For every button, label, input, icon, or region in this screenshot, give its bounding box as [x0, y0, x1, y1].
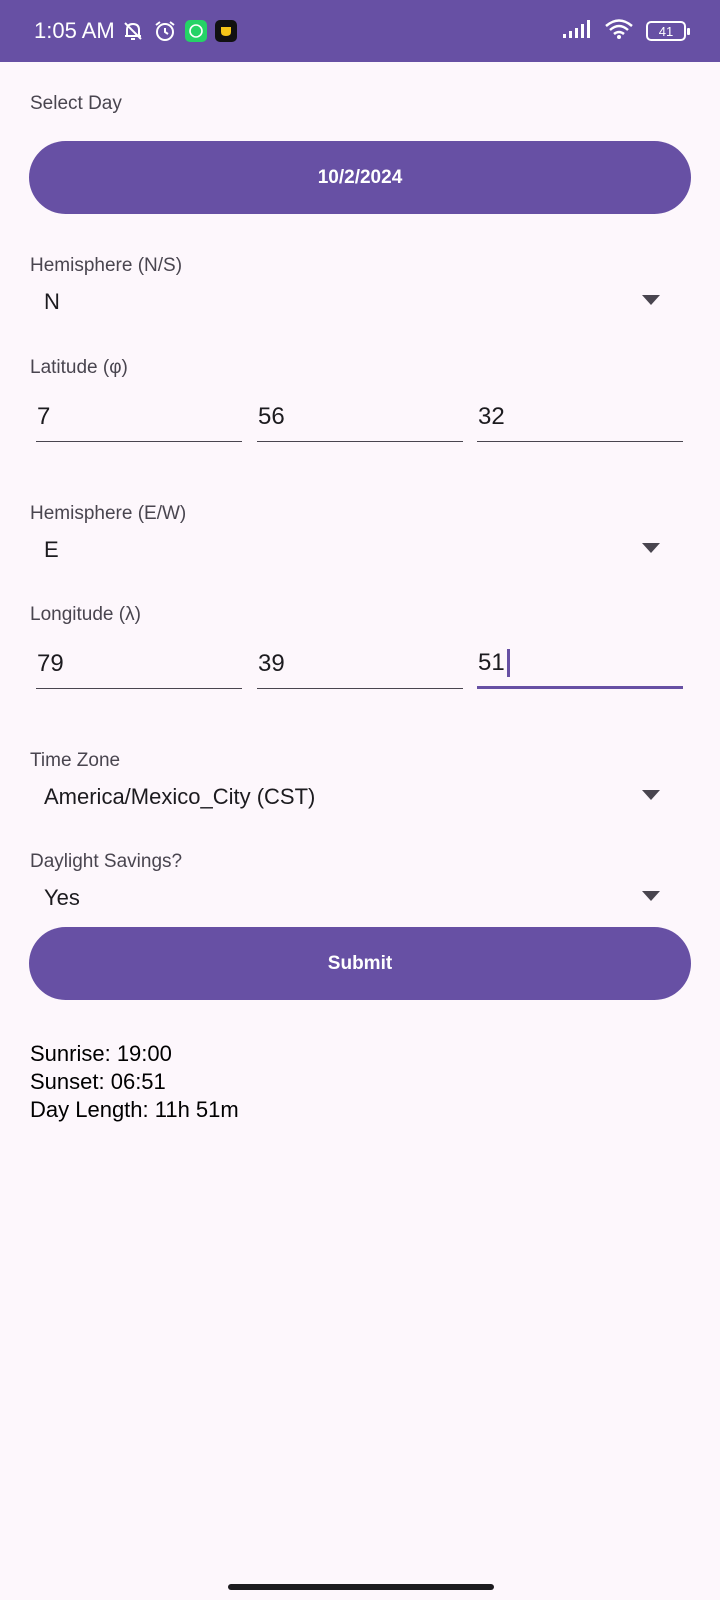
battery-icon: 41 — [646, 21, 690, 41]
latitude-seconds-input[interactable]: 32 — [477, 392, 683, 442]
longitude-minutes-value: 39 — [258, 649, 285, 677]
select-day-label: Select Day — [30, 93, 122, 114]
hemisphere-ns-value: N — [44, 289, 60, 314]
sunset-text: Sunset: 06:51 — [30, 1069, 166, 1094]
longitude-minutes-input[interactable]: 39 — [257, 639, 463, 689]
results-panel: Sunrise: 19:00 Sunset: 06:51 Day Length:… — [30, 1040, 239, 1124]
hemisphere-ew-label: Hemisphere (E/W) — [30, 503, 187, 524]
alarm-icon — [153, 19, 177, 43]
latitude-degrees-value: 7 — [37, 402, 51, 430]
dst-value: Yes — [44, 885, 80, 910]
wifi-icon — [604, 18, 634, 45]
longitude-label: Longitude (λ) — [30, 604, 141, 625]
longitude-degrees-value: 79 — [37, 649, 64, 677]
status-bar: 1:05 AM 41 — [0, 0, 720, 62]
submit-button[interactable]: Submit — [29, 927, 691, 1000]
sunrise-text: Sunrise: 19:00 — [30, 1041, 172, 1066]
mute-bell-icon — [121, 19, 145, 43]
timezone-value: America/Mexico_City (CST) — [44, 784, 316, 809]
app-icon — [214, 20, 237, 42]
signal-icon — [562, 19, 592, 44]
longitude-seconds-value: 51 — [478, 648, 505, 676]
status-time: 1:05 AM — [34, 18, 115, 43]
latitude-label: Latitude (φ) — [30, 357, 128, 378]
latitude-minutes-input[interactable]: 56 — [257, 392, 463, 442]
latitude-seconds-value: 32 — [478, 402, 505, 430]
whatsapp-icon — [184, 20, 207, 42]
hemisphere-ns-label: Hemisphere (N/S) — [30, 255, 183, 276]
dst-dropdown[interactable]: Yes — [30, 874, 660, 922]
home-indicator[interactable] — [228, 1584, 494, 1590]
timezone-label: Time Zone — [30, 750, 121, 771]
longitude-degrees-input[interactable]: 79 — [36, 639, 242, 689]
timezone-dropdown[interactable]: America/Mexico_City (CST) — [30, 773, 660, 821]
date-picker-button[interactable]: 10/2/2024 — [29, 141, 691, 214]
dropdown-arrow-icon — [642, 790, 660, 800]
hemisphere-ew-value: E — [44, 537, 59, 562]
longitude-seconds-input[interactable]: 51 — [477, 639, 683, 689]
latitude-degrees-input[interactable]: 7 — [36, 392, 242, 442]
day-length-text: Day Length: 11h 51m — [30, 1097, 239, 1122]
dropdown-arrow-icon — [642, 543, 660, 553]
dropdown-arrow-icon — [642, 295, 660, 305]
hemisphere-ns-dropdown[interactable]: N — [30, 278, 660, 326]
text-cursor — [506, 648, 510, 677]
dropdown-arrow-icon — [642, 891, 660, 901]
latitude-minutes-value: 56 — [258, 402, 285, 430]
dst-label: Daylight Savings? — [30, 851, 183, 872]
hemisphere-ew-dropdown[interactable]: E — [30, 526, 660, 574]
